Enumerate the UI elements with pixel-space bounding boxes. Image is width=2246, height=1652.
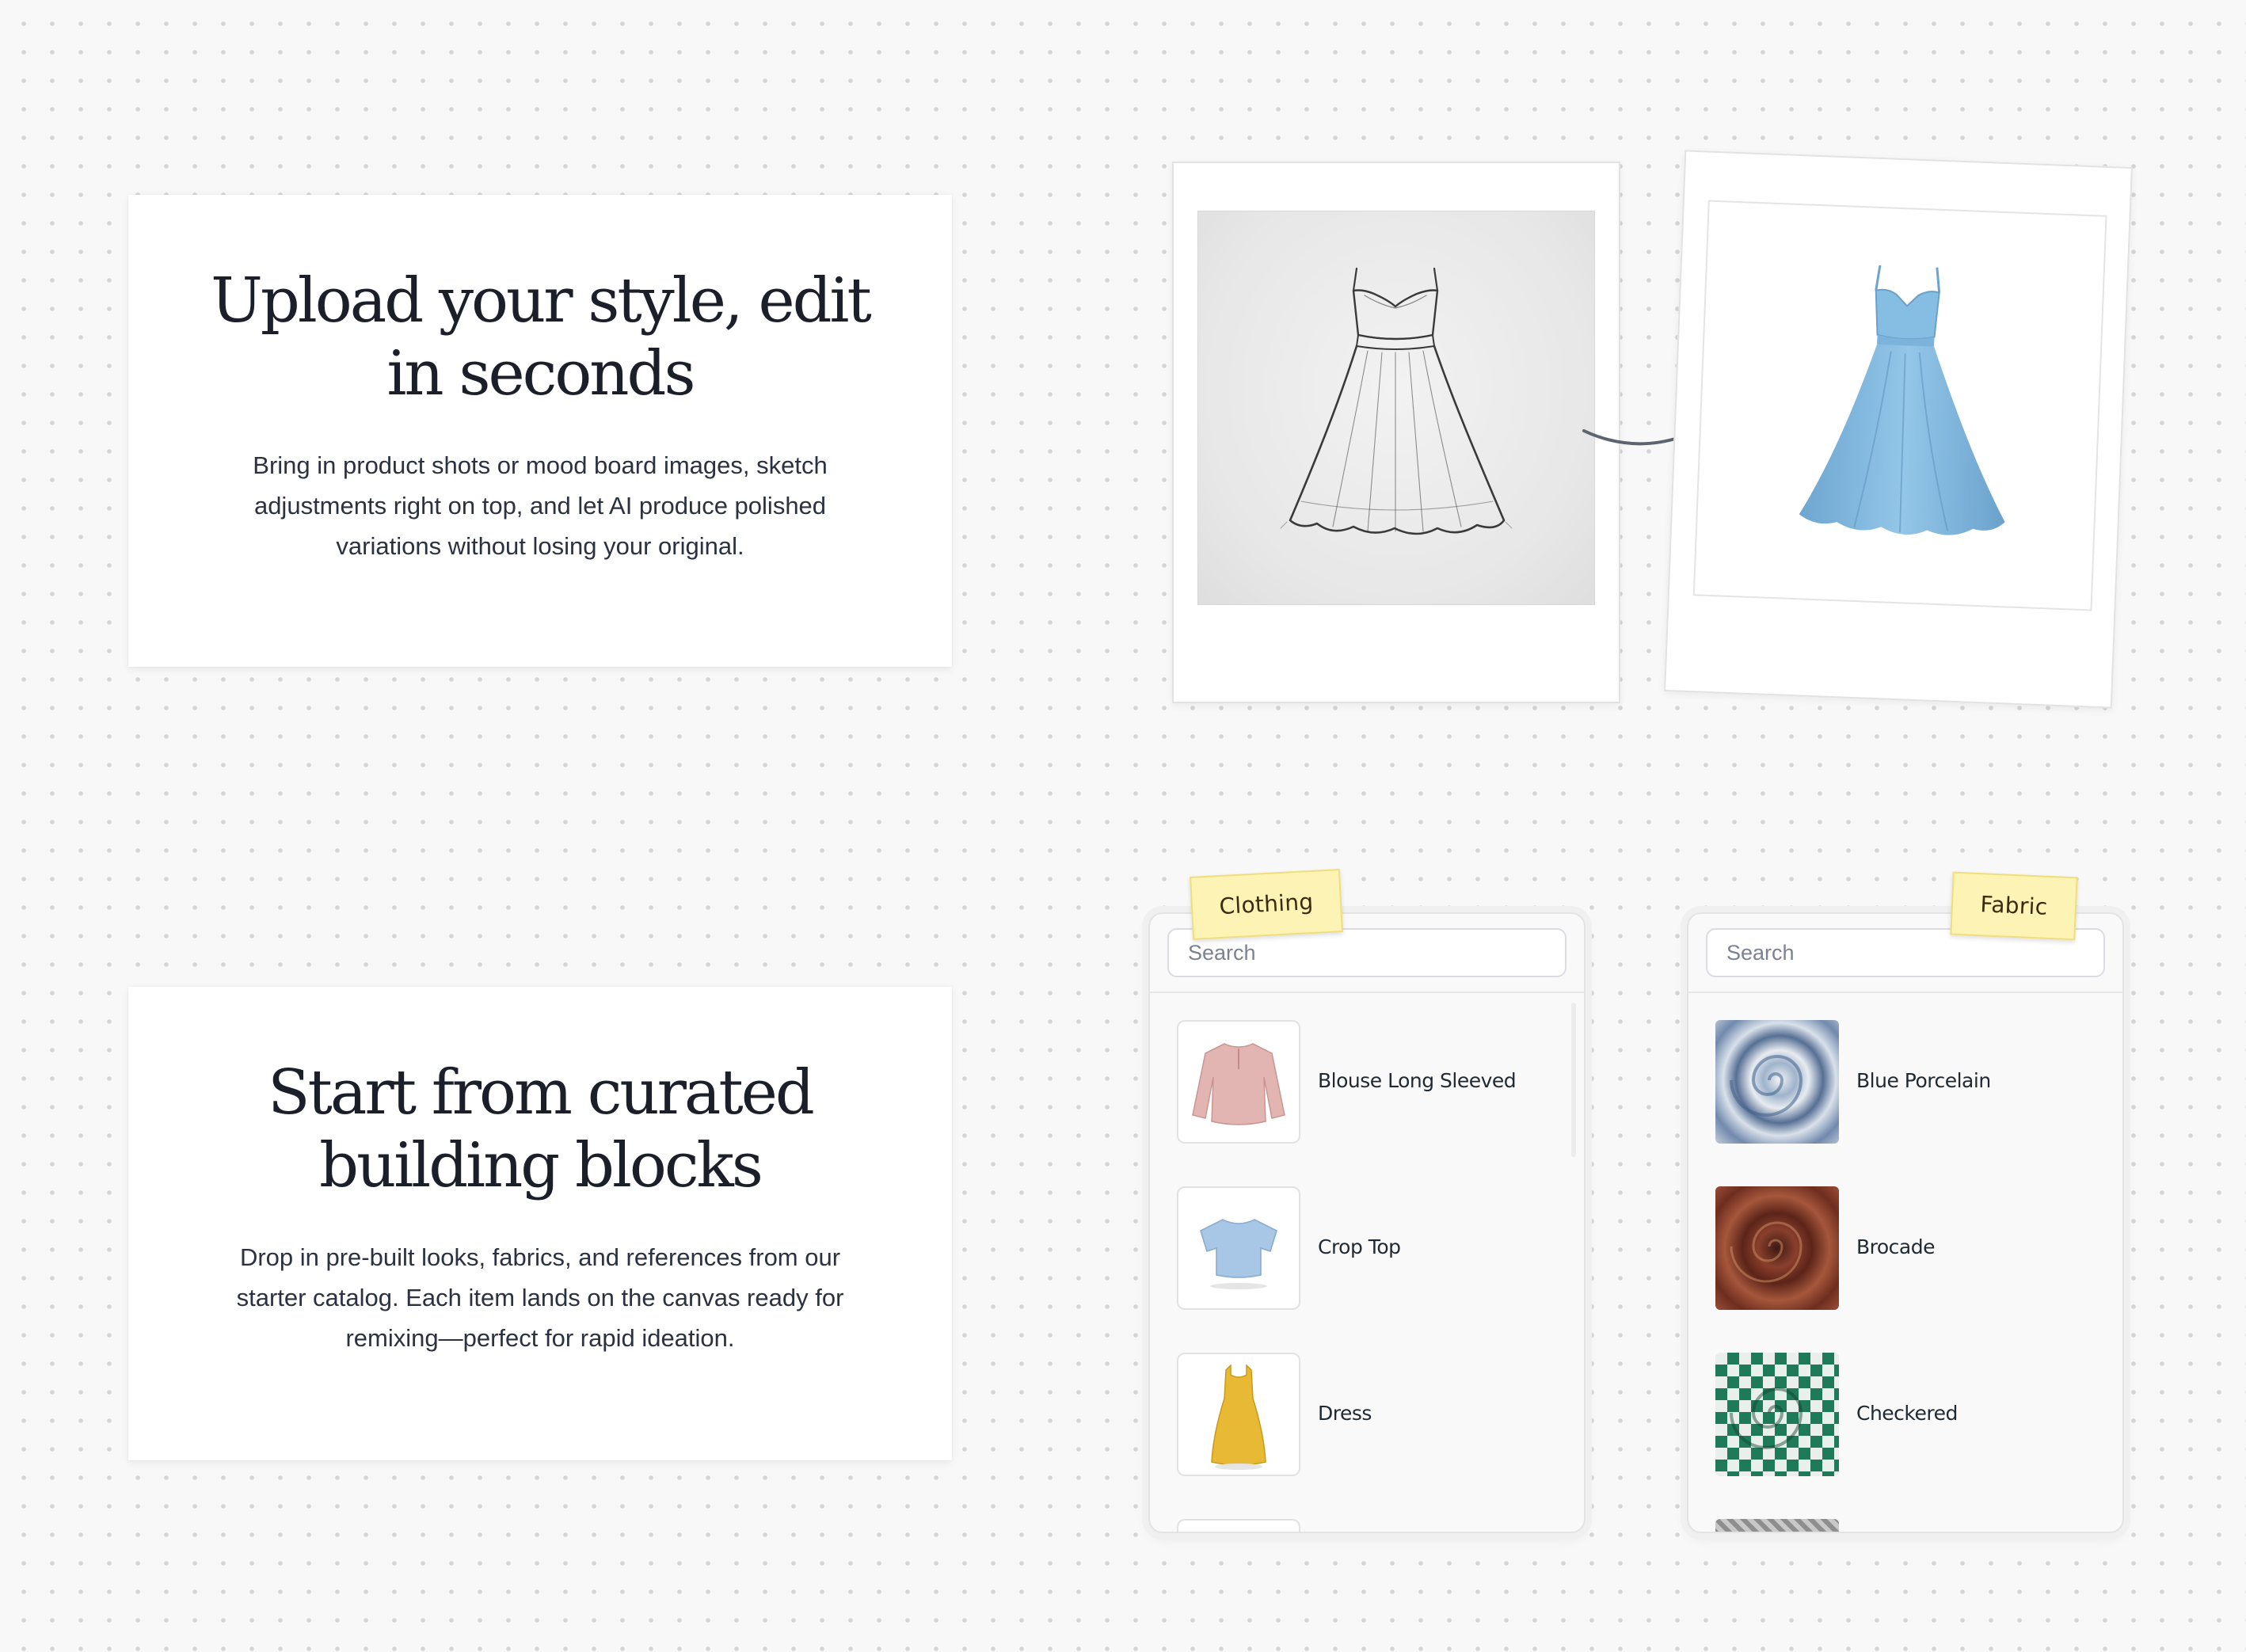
fabric-item-list[interactable]: Blue Porcelain Brocade Checkered xyxy=(1688,993,2122,1532)
partial-item-icon xyxy=(1178,1521,1299,1532)
description-line: adjustments right on top, and let AI pro… xyxy=(253,492,827,520)
sketch-dress-drawing xyxy=(1280,267,1513,535)
title-line: in seconds xyxy=(386,338,695,409)
description-line: starter catalog. Each item lands on the … xyxy=(236,1284,844,1311)
blue-dress-image xyxy=(1692,200,2107,611)
item-label: Dress xyxy=(1318,1402,1372,1425)
clothing-item-list[interactable]: Blouse Long Sleeved Crop Top Dress xyxy=(1150,993,1584,1532)
curated-section-title: Start from curated building blocks xyxy=(176,1056,904,1202)
list-item[interactable] xyxy=(1177,1519,1568,1532)
clothing-catalog-panel: Blouse Long Sleeved Crop Top Dress xyxy=(1148,912,1586,1533)
description-line: Bring in product shots or mood board ima… xyxy=(253,451,828,479)
crop-top-thumbnail xyxy=(1177,1186,1300,1310)
list-item[interactable]: Checkered xyxy=(1715,1353,2107,1478)
item-label: Blue Porcelain xyxy=(1856,1069,1991,1092)
brocade-swatch xyxy=(1715,1186,1839,1310)
swirl-pattern xyxy=(1730,1055,1803,1117)
fabric-tag: Fabric xyxy=(1950,871,2078,941)
upload-section-title: Upload your style, edit in seconds xyxy=(176,265,904,410)
upload-section-description: Bring in product shots or mood board ima… xyxy=(176,445,904,566)
crop-top-icon xyxy=(1200,1219,1277,1289)
list-item[interactable]: Blouse Long Sleeved xyxy=(1177,1020,1568,1145)
clothing-tag: Clothing xyxy=(1190,869,1343,940)
curated-section-description: Drop in pre-built looks, fabrics, and re… xyxy=(176,1237,904,1358)
list-item[interactable]: Blue Porcelain xyxy=(1715,1020,2107,1145)
blouse-thumbnail xyxy=(1177,1020,1300,1144)
swirl-pattern xyxy=(1730,1221,1803,1283)
list-item[interactable]: Dress xyxy=(1177,1353,1568,1478)
sketch-polaroid[interactable] xyxy=(1172,162,1620,703)
scrollbar[interactable] xyxy=(1571,1003,1576,1157)
description-line: remixing—perfect for rapid ideation. xyxy=(345,1324,735,1352)
partial-thumbnail xyxy=(1177,1519,1300,1532)
partial-swatch xyxy=(1715,1519,1839,1532)
upload-section-card: Upload your style, edit in seconds Bring… xyxy=(128,195,952,667)
title-line: Start from curated xyxy=(268,1057,815,1129)
blue-porcelain-swatch xyxy=(1715,1020,1839,1144)
render-polaroid[interactable] xyxy=(1664,150,2133,709)
curated-section-card: Start from curated building blocks Drop … xyxy=(128,987,952,1460)
title-line: building blocks xyxy=(319,1130,763,1201)
list-item[interactable] xyxy=(1715,1519,2107,1532)
yellow-dress-icon xyxy=(1211,1364,1266,1470)
item-label: Checkered xyxy=(1856,1402,1958,1425)
description-line: variations without losing your original. xyxy=(336,532,744,560)
description-line: Drop in pre-built looks, fabrics, and re… xyxy=(239,1243,841,1271)
title-line: Upload your style, edit xyxy=(211,265,872,337)
sketch-dress-image xyxy=(1197,211,1595,605)
item-label: Blouse Long Sleeved xyxy=(1318,1069,1517,1092)
fabric-catalog-panel: Blue Porcelain Brocade Checkered xyxy=(1687,912,2124,1533)
swirl-pattern xyxy=(1730,1387,1803,1449)
item-label: Crop Top xyxy=(1318,1235,1401,1258)
list-item[interactable]: Brocade xyxy=(1715,1186,2107,1311)
list-item[interactable]: Crop Top xyxy=(1177,1186,1568,1311)
dress-thumbnail xyxy=(1177,1353,1300,1476)
item-label: Brocade xyxy=(1856,1235,1936,1258)
checkered-swatch xyxy=(1715,1353,1839,1476)
blue-dress-drawing xyxy=(1799,265,2005,535)
blouse-icon xyxy=(1192,1043,1285,1125)
